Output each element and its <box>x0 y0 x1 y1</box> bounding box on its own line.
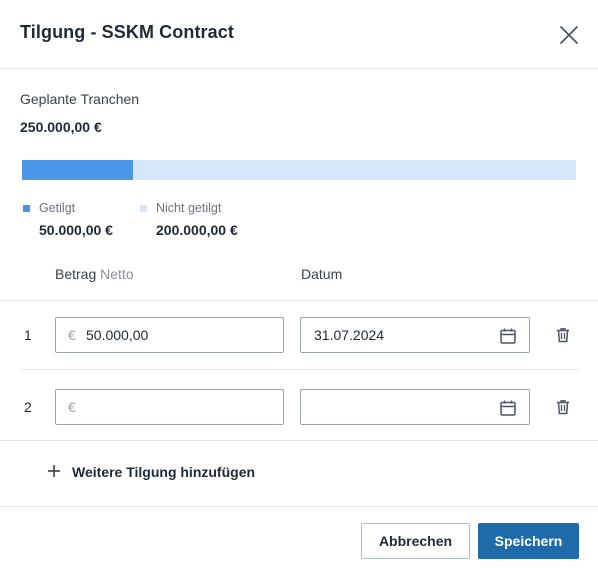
repayment-progress-bar <box>22 160 576 180</box>
paid-amount: 50.000,00 € <box>39 222 113 238</box>
dialog-header: Tilgung - SSKM Contract <box>0 0 598 69</box>
plus-icon <box>46 463 62 479</box>
currency-prefix: € <box>68 327 76 343</box>
calendar-icon[interactable] <box>499 399 517 417</box>
date-value: 31.07.2024 <box>314 327 385 343</box>
repayment-dialog: Tilgung - SSKM Contract Geplante Tranche… <box>0 0 598 574</box>
delete-row-icon[interactable] <box>554 326 572 344</box>
date-input[interactable] <box>300 389 530 425</box>
amount-column-suffix: Netto <box>100 266 134 282</box>
close-icon[interactable] <box>556 22 582 48</box>
unpaid-amount: 200.000,00 € <box>156 222 238 238</box>
repayment-progress-fill <box>22 160 133 180</box>
amount-value: 50.000,00 <box>86 327 149 343</box>
delete-row-icon[interactable] <box>554 398 572 416</box>
amount-input[interactable]: € <box>55 389 284 425</box>
amount-column-label: Betrag <box>55 266 97 282</box>
row-divider <box>20 369 578 370</box>
amount-column-header: Betrag Netto <box>55 266 134 282</box>
save-button[interactable]: Speichern <box>478 523 579 559</box>
planned-tranches-value: 250.000,00 € <box>20 119 102 135</box>
cancel-button[interactable]: Abbrechen <box>361 523 470 559</box>
table-bottom-divider <box>0 440 598 441</box>
calendar-icon[interactable] <box>499 327 517 345</box>
add-repayment-label: Weitere Tilgung hinzufügen <box>72 464 256 480</box>
unpaid-legend-marker <box>140 205 147 212</box>
paid-legend-marker <box>23 205 30 212</box>
planned-tranches-label: Geplante Tranchen <box>20 91 140 107</box>
footer-divider <box>0 506 598 507</box>
amount-input[interactable]: € 50.000,00 <box>55 317 284 353</box>
date-input[interactable]: 31.07.2024 <box>300 317 530 353</box>
row-index: 1 <box>24 327 32 343</box>
row-index: 2 <box>24 399 32 415</box>
currency-prefix: € <box>68 399 76 415</box>
dialog-title: Tilgung - SSKM Contract <box>20 22 234 42</box>
unpaid-legend-label: Nicht getilgt <box>156 201 222 215</box>
table-divider <box>0 300 598 301</box>
paid-legend-label: Getilgt <box>39 201 76 215</box>
date-column-header: Datum <box>301 266 343 282</box>
